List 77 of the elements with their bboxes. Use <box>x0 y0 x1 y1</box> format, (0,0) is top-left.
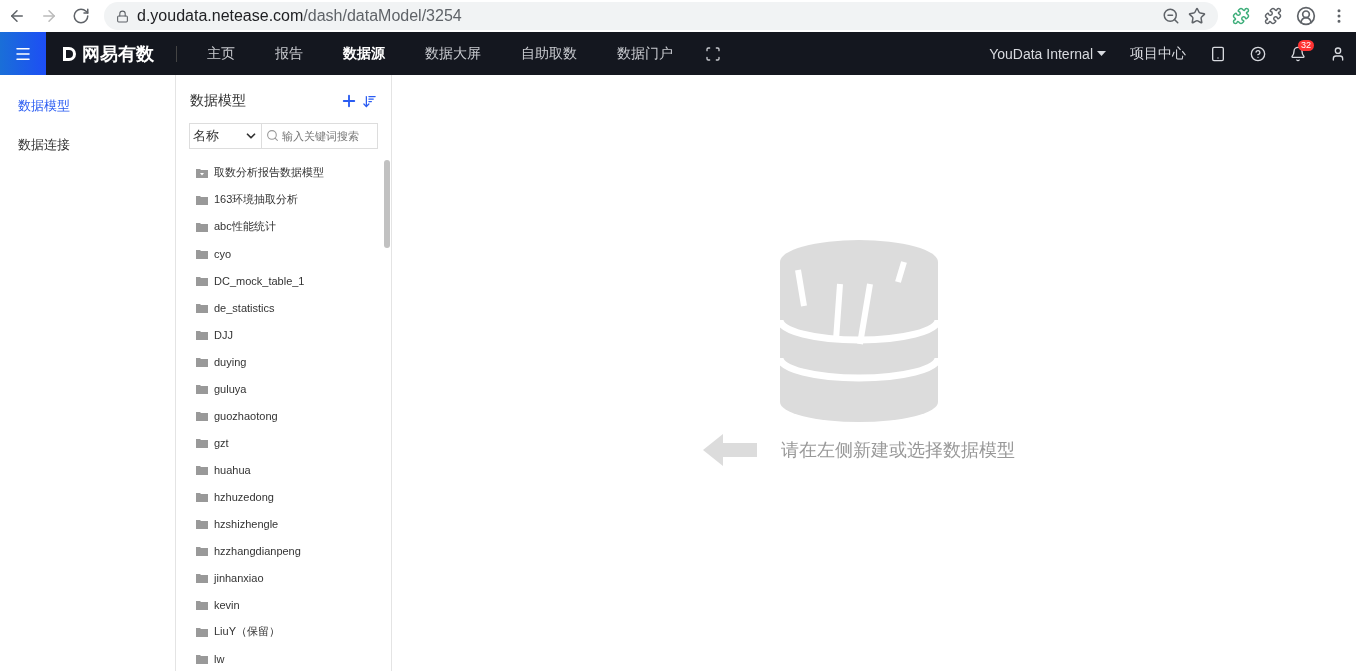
nav-tab[interactable]: 报告 <box>255 44 323 63</box>
model-folder-item[interactable]: guozhaotong <box>176 402 391 429</box>
folder-icon <box>196 221 208 232</box>
model-folder-item[interactable]: DJJ <box>176 321 391 348</box>
folder-icon <box>196 626 208 637</box>
model-folder-item[interactable]: gzt <box>176 429 391 456</box>
notification-badge: 32 <box>1298 39 1314 51</box>
workspace-dropdown[interactable]: YouData Internal <box>989 45 1106 62</box>
model-folder-item[interactable]: cyo <box>176 240 391 267</box>
folder-icon <box>196 329 208 340</box>
reload-icon[interactable] <box>72 7 90 25</box>
logo-icon <box>60 44 78 63</box>
model-folder-item[interactable]: hzhuzedong <box>176 483 391 510</box>
search-icon <box>266 129 279 142</box>
database-icon <box>780 240 938 422</box>
model-folder-item[interactable]: lw <box>176 645 391 671</box>
profile-icon[interactable] <box>1296 6 1316 26</box>
folder-icon <box>196 248 208 259</box>
sort-icon[interactable] <box>362 93 377 109</box>
logo-text: 网易有数 <box>82 45 154 62</box>
folder-icon <box>196 194 208 205</box>
address-bar[interactable]: d.youdata.netease.com/dash/dataModel/3254 <box>104 2 1218 30</box>
folder-icon <box>196 410 208 421</box>
folder-icon <box>196 491 208 502</box>
menu-button[interactable] <box>0 32 46 75</box>
folder-icon <box>196 545 208 556</box>
side-menu-item[interactable]: 数据连接 <box>0 134 175 173</box>
nav-tab[interactable]: 数据大屏 <box>405 44 501 63</box>
model-folder-item[interactable]: hzzhangdianpeng <box>176 537 391 564</box>
model-folder-item[interactable]: hzshizhengle <box>176 510 391 537</box>
nav-tab[interactable]: 主页 <box>187 44 255 63</box>
folder-icon <box>196 437 208 448</box>
screen-select-icon[interactable] <box>705 45 721 62</box>
left-arrow-icon <box>703 434 757 466</box>
model-folder-item[interactable]: 163环境抽取分析 <box>176 186 391 213</box>
folder-icon <box>196 518 208 529</box>
user-icon[interactable] <box>1330 45 1346 62</box>
zoom-out-icon[interactable] <box>1162 7 1180 25</box>
empty-state-message: 请在左侧新建或选择数据模型 <box>781 439 1015 462</box>
url-text: d.youdata.netease.com/dash/dataModel/3254 <box>137 7 462 25</box>
model-folder-item[interactable]: 取数分析报告数据模型 <box>176 159 391 186</box>
model-folder-item[interactable]: guluya <box>176 375 391 402</box>
extension-icon[interactable] <box>1232 7 1250 25</box>
folder-icon <box>196 356 208 367</box>
panel-title: 数据模型 <box>190 92 247 110</box>
caret-icon <box>1097 51 1106 56</box>
lock-icon <box>116 9 129 23</box>
scrollbar-thumb[interactable] <box>384 160 390 248</box>
tablet-icon[interactable] <box>1210 45 1226 62</box>
project-center-link[interactable]: 项目中心 <box>1130 44 1186 63</box>
nav-tab[interactable]: 数据源 <box>323 44 405 63</box>
search-field[interactable]: 输入关键词搜索 <box>262 123 378 149</box>
add-icon[interactable] <box>340 92 358 110</box>
puzzle-icon[interactable] <box>1264 7 1282 25</box>
star-icon[interactable] <box>1188 7 1206 25</box>
filter-select[interactable]: 名称 <box>189 123 262 149</box>
side-menu-item[interactable]: 数据模型 <box>0 95 175 134</box>
model-folder-item[interactable]: huahua <box>176 456 391 483</box>
help-icon[interactable] <box>1250 45 1266 62</box>
model-folder-item[interactable]: duying <box>176 348 391 375</box>
model-folder-item[interactable]: kevin <box>176 591 391 618</box>
nav-tab[interactable]: 数据门户 <box>597 44 693 63</box>
model-folder-item[interactable]: LiuY（保留） <box>176 618 391 645</box>
folder-icon <box>196 572 208 583</box>
model-folder-item[interactable]: DC_mock_table_1 <box>176 267 391 294</box>
folder-icon <box>196 464 208 475</box>
model-folder-item[interactable]: de_statistics <box>176 294 391 321</box>
model-folder-item[interactable]: jinhanxiao <box>176 564 391 591</box>
model-folder-item[interactable]: abc性能统计 <box>176 213 391 240</box>
folder-icon <box>196 302 208 313</box>
folder-icon <box>196 275 208 286</box>
nav-tab[interactable]: 自助取数 <box>501 44 597 63</box>
folder-icon <box>196 599 208 610</box>
back-icon[interactable] <box>8 7 26 25</box>
folder-download-icon <box>196 167 208 178</box>
folder-icon <box>196 653 208 664</box>
folder-icon <box>196 383 208 394</box>
